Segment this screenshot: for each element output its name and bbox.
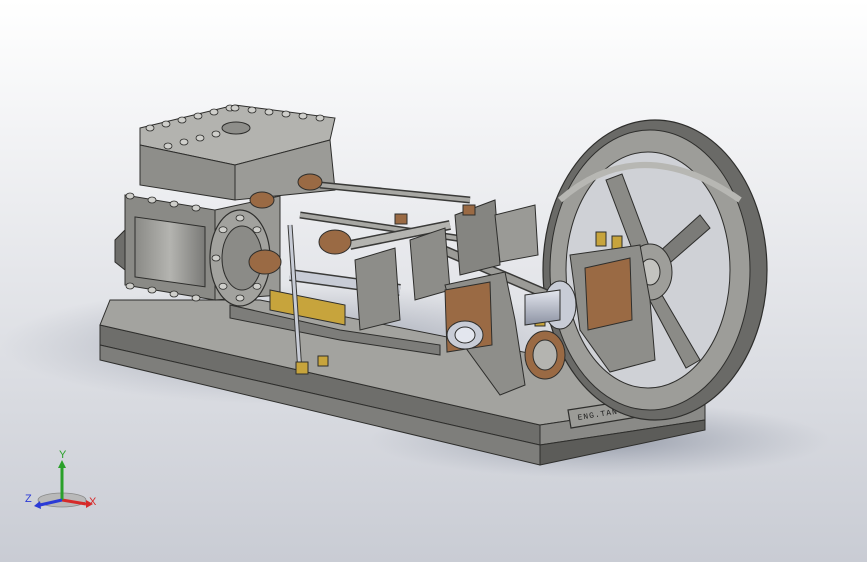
bolt-head: [218, 226, 228, 234]
bolt-head: [177, 116, 187, 124]
bolt-head: [125, 282, 135, 290]
bolt-head: [281, 110, 291, 118]
bolt-head: [125, 192, 135, 200]
bolt-head: [191, 204, 201, 212]
bolt-head: [252, 226, 262, 234]
crank-disc[interactable]: [524, 330, 566, 380]
bolt-head: [211, 254, 221, 262]
bolt-head: [163, 142, 173, 150]
graphics-viewport[interactable]: ENG.TANYA Y X Z: [0, 0, 867, 562]
bolt-head: [169, 290, 179, 298]
bolt-head: [247, 106, 257, 114]
bolt-head: [209, 108, 219, 116]
bolt-head: [161, 120, 171, 128]
bolt-head: [211, 130, 221, 138]
bolt-head: [193, 112, 203, 120]
bolt-head: [315, 114, 325, 122]
steam-chest-boss: [221, 121, 251, 135]
bolt-head: [252, 282, 262, 290]
bolt-head: [147, 286, 157, 294]
bolt-head: [264, 108, 274, 116]
triad-x-label: X: [89, 496, 97, 508]
bolt-head: [195, 134, 205, 142]
steam-engine-model[interactable]: ENG.TANYA Y X Z: [0, 0, 867, 562]
triad-y-label: Y: [59, 449, 67, 461]
bolt-head: [147, 196, 157, 204]
bolt-head: [230, 104, 240, 112]
bolt-head: [145, 124, 155, 132]
bolt-head: [235, 214, 245, 222]
bolt-head: [179, 138, 189, 146]
triad-z-label: Z: [25, 493, 32, 505]
bolt-head: [191, 294, 201, 302]
bolt-head: [218, 282, 228, 290]
bolt-head: [235, 294, 245, 302]
bolt-head: [298, 112, 308, 120]
bolt-head: [169, 200, 179, 208]
